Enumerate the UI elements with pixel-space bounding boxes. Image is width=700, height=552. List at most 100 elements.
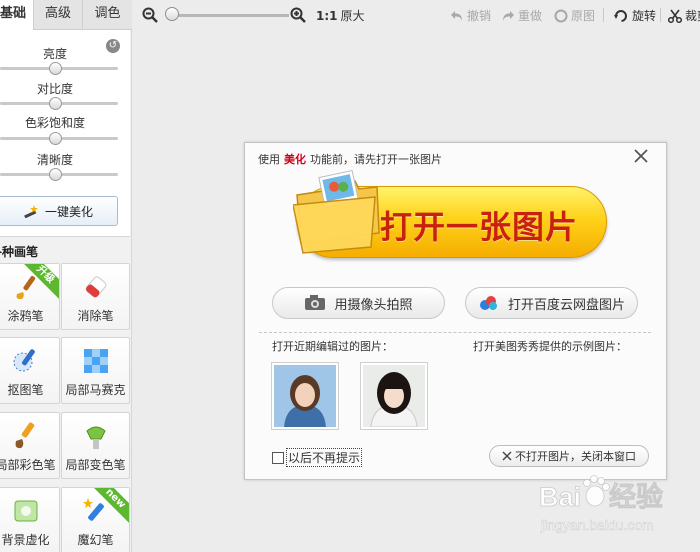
original-image-icon [554, 9, 568, 22]
dont-show-again-option[interactable]: 以后不再提示 [272, 448, 363, 467]
dialog-title-prefix: 使用 [258, 153, 280, 166]
rotate-icon [614, 9, 627, 22]
tool-label: 背景虚化 [1, 533, 50, 547]
tool-label: 局部马赛克 [65, 383, 126, 397]
tab-color[interactable]: 调色 [82, 0, 132, 30]
cutout-pen-tool[interactable]: 抠图笔 [0, 337, 60, 404]
saturation-knob[interactable] [49, 132, 63, 145]
brightness-label: 亮度 [42, 47, 67, 61]
close-icon[interactable] [633, 148, 649, 164]
baidu-cloud-icon [479, 296, 497, 310]
brightness-knob[interactable] [49, 62, 63, 75]
sharpness-label: 清晰度 [36, 153, 73, 167]
crop-label: 裁剪 [685, 9, 700, 23]
eraser-icon [85, 276, 106, 298]
tab-bar: 基础 高级 调色 [0, 0, 132, 31]
portrait-photo [363, 365, 425, 428]
saturation-slider[interactable] [0, 132, 118, 145]
dashed-divider [259, 332, 651, 333]
toolbar-separator [660, 8, 661, 22]
eraser-pen-tool[interactable]: 消除笔 [61, 263, 130, 330]
folder-icon[interactable] [293, 169, 383, 255]
open-image-label: 打开一张图片 [380, 208, 579, 246]
zoom-slider-knob[interactable] [165, 7, 179, 21]
doodle-pen-tool[interactable]: 升级 涂鸦笔 [0, 263, 60, 330]
undo-button[interactable]: 撤销 [450, 7, 491, 24]
baidu-cloud-button-label: 打开百度云网盘图片 [507, 297, 625, 313]
local-color-brush-tool[interactable]: 局部彩色笔 [0, 412, 60, 479]
camera-icon [305, 295, 326, 310]
magic-wand-icon [24, 205, 38, 218]
scissors-icon [668, 9, 682, 23]
one-key-beautify-button[interactable]: 一键美化 [0, 196, 118, 226]
local-mosaic-tool[interactable]: 局部马赛克 [61, 337, 130, 404]
sample-images-label: 打开美图秀秀提供的示例图片： [473, 340, 627, 353]
redo-button[interactable]: 重做 [501, 7, 542, 24]
background-blur-tool[interactable]: 背景虚化 [0, 487, 60, 552]
svg-text:经验: 经验 [609, 481, 663, 512]
zoom-in-icon[interactable] [290, 7, 306, 23]
recent-image-thumbnail[interactable] [360, 362, 428, 430]
color-change-icon [85, 426, 106, 449]
saturation-label: 色彩饱和度 [24, 116, 85, 130]
local-color-change-tool[interactable]: 局部变色笔 [61, 412, 130, 479]
open-image-dialog: 使用 美化 功能前，请先打开一张图片 打开一张图片 用摄像头拍照 打开百度云网盘图片… [244, 142, 667, 480]
one-key-beautify-label: 一键美化 [44, 204, 93, 219]
original-size-label: 原大 [340, 9, 365, 23]
recent-images-label: 打开近期编辑过的图片： [272, 340, 393, 353]
sharpness-slider[interactable] [0, 168, 118, 181]
brushes-title: 各种画笔 [0, 245, 39, 259]
dont-show-again-checkbox[interactable] [272, 451, 284, 464]
original-image-button[interactable]: 原图 [554, 7, 595, 24]
dont-show-again-label: 以后不再提示 [286, 448, 363, 467]
svg-text:jingyan.baidu.com: jingyan.baidu.com [540, 517, 654, 533]
tool-label: 消除笔 [77, 309, 114, 323]
dialog-title-suffix: 功能前，请先打开一张图片 [310, 153, 442, 166]
blur-icon [14, 500, 37, 522]
tool-label: 魔幻笔 [77, 533, 114, 547]
tool-label: 抠图笔 [7, 383, 44, 397]
brightness-slider[interactable] [0, 62, 118, 75]
undo-icon [451, 10, 462, 21]
original-image-label: 原图 [571, 9, 596, 23]
crop-button[interactable]: 裁剪 [668, 7, 700, 24]
baidu-jingyan-watermark: Bai 经验 jingyan.baidu.com [539, 475, 663, 533]
camera-button-label: 用摄像头拍照 [334, 297, 413, 313]
baidu-cloud-button[interactable]: 打开百度云网盘图片 [465, 287, 638, 319]
original-size-button[interactable]: 1:1 原大 [316, 7, 365, 24]
close-window-label: 不打开图片，关闭本窗口 [515, 450, 636, 463]
toolbar-separator [603, 8, 604, 22]
portrait-photo [274, 365, 336, 427]
mosaic-icon [83, 349, 108, 373]
sharpness-knob[interactable] [49, 168, 63, 181]
tab-basic[interactable]: 基础 [0, 0, 33, 31]
contrast-slider[interactable] [0, 97, 118, 110]
redo-icon [503, 10, 514, 21]
contrast-knob[interactable] [49, 97, 63, 110]
redo-label: 重做 [518, 9, 543, 23]
zoom-slider[interactable] [169, 14, 289, 17]
recent-image-thumbnail[interactable] [271, 362, 339, 430]
rotate-label: 旋转 [632, 9, 657, 23]
zoom-out-icon[interactable] [142, 7, 158, 23]
undo-label: 撤销 [467, 9, 492, 23]
contrast-label: 对比度 [36, 82, 73, 96]
close-icon [502, 451, 512, 461]
camera-button[interactable]: 用摄像头拍照 [272, 287, 445, 319]
cutout-pen-icon [13, 349, 35, 372]
ratio-label: 1:1 [316, 8, 338, 23]
dialog-title: 使用 美化 功能前，请先打开一张图片 [258, 151, 442, 167]
color-brush-icon [15, 422, 34, 449]
tool-label: 局部变色笔 [65, 458, 126, 472]
tool-label: 局部彩色笔 [0, 458, 56, 472]
svg-text:Bai: Bai [539, 482, 581, 512]
tool-label: 涂鸦笔 [7, 309, 44, 323]
dialog-title-highlight: 美化 [284, 153, 306, 166]
left-panel: 基础 高级 调色 ↺ 亮度 对比度 色彩饱和度 清晰度 一键美化 各种画笔 升级… [0, 0, 132, 552]
magic-pen-tool[interactable]: new 魔幻笔 [61, 487, 130, 552]
rotate-button[interactable]: 旋转 [614, 7, 656, 24]
top-toolbar: 1:1 原大 撤销 重做 原图 旋转 裁剪 [133, 0, 700, 30]
close-window-button[interactable]: 不打开图片，关闭本窗口 [489, 445, 649, 467]
adjust-panel: ↺ 亮度 对比度 色彩饱和度 清晰度 一键美化 [0, 30, 130, 237]
tab-advanced[interactable]: 高级 [33, 0, 82, 30]
